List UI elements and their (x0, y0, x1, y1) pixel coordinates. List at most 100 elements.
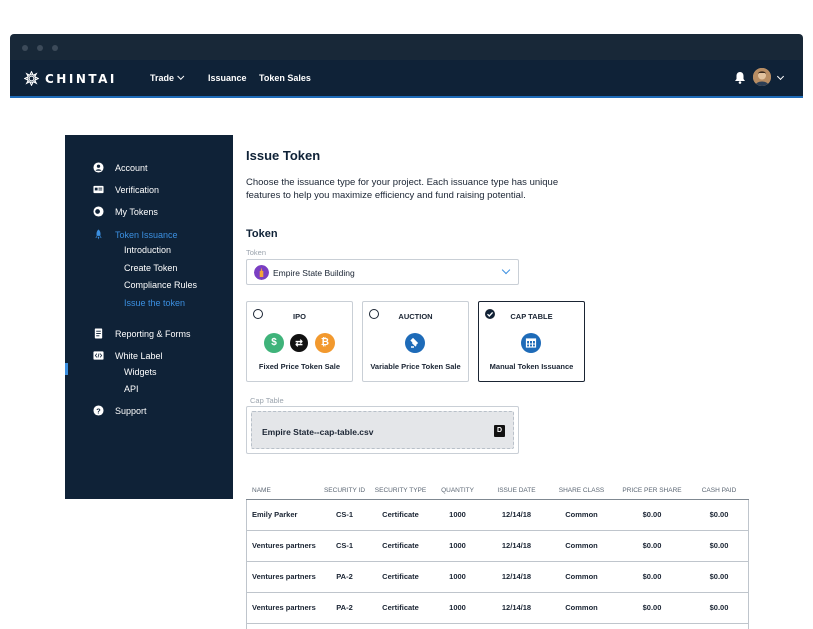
window-minimize-dot[interactable] (37, 45, 43, 51)
file-icon[interactable]: D (494, 425, 505, 437)
chevron-down-icon (177, 72, 185, 80)
tokens-icon (93, 206, 104, 217)
auction-card-subtitle: Variable Price Token Sale (370, 362, 461, 371)
cell-issue-date: 12/14/18 (485, 499, 548, 531)
cell-name: Ventures partners (246, 530, 318, 562)
cell-price-per-share: $0.00 (615, 561, 689, 593)
nav-trade-label: Trade (150, 73, 175, 83)
sidebar-item-verification[interactable]: Verification (93, 184, 159, 195)
table-row[interactable]: Ventures partners CS-1 Certificate 1000 … (246, 530, 749, 562)
sidebar-subitem-introduction[interactable]: Introduction (124, 245, 171, 255)
dollar-coin-icon: $ (264, 333, 284, 353)
token-select-value: Empire State Building (273, 268, 355, 278)
ipo-card-title: IPO (293, 312, 306, 321)
sidebar-subitem-create-token[interactable]: Create Token (124, 263, 177, 273)
sidebar-item-label: Reporting & Forms (115, 328, 191, 339)
sidebar-item-reporting-forms[interactable]: Reporting & Forms (93, 328, 191, 339)
cell-security-id: CS-1 (318, 499, 371, 531)
sidebar-item-label: Account (115, 162, 148, 173)
col-cash-paid[interactable]: CASH PAID (689, 482, 749, 500)
token-section-heading: Token (246, 228, 278, 240)
sidebar-subitem-issue-the-token[interactable]: Issue the token (124, 298, 185, 308)
table-header-row: NAME SECURITY ID SECURITY TYPE QUANTITY … (246, 482, 749, 500)
window-maximize-dot[interactable] (52, 45, 58, 51)
cell-share-class: Common (548, 530, 615, 562)
col-quantity[interactable]: QUANTITY (430, 482, 485, 500)
issuance-card-ipo[interactable]: IPO $ ⇄ ₿ Fixed Price Token Sale (246, 301, 353, 382)
cell-cash-paid: $0.00 (689, 592, 749, 624)
issuance-card-auction[interactable]: AUCTION Variable Price Token Sale (362, 301, 469, 382)
cell-cash-paid: $0.00 (689, 499, 749, 531)
gavel-glyph (410, 337, 419, 348)
cell-issue-date: 12/14/18 (485, 561, 548, 593)
cell-issue-date: 12/14/18 (485, 530, 548, 562)
nav-trade[interactable]: Trade (150, 72, 185, 83)
cap-table-card-title: CAP TABLE (510, 312, 553, 321)
sidebar-subitem-api[interactable]: API (124, 384, 139, 394)
avatar[interactable] (753, 68, 771, 86)
chevron-down-icon[interactable] (776, 72, 785, 81)
table-row[interactable]: Ventures partners PA-2 Certificate 1000 … (246, 592, 749, 624)
user-circle-icon (93, 162, 104, 173)
cap-table-card-subtitle: Manual Token Issuance (489, 362, 574, 371)
help-icon: ? (93, 405, 104, 416)
document-icon (94, 328, 103, 339)
cell-quantity: 1000 (430, 592, 485, 624)
cell-cash-paid: $0.00 (689, 561, 749, 593)
sidebar-item-my-tokens[interactable]: My Tokens (93, 206, 158, 217)
auction-card-title: AUCTION (398, 312, 433, 321)
sidebar-item-token-issuance[interactable]: Token Issuance (93, 229, 178, 240)
sidebar-item-label: Support (115, 405, 147, 416)
top-navbar: CHINTAI Trade Issuance Token Sales (10, 60, 803, 98)
sidebar-item-support[interactable]: ? Support (93, 405, 147, 416)
sidebar-active-marker (65, 363, 68, 375)
cell-security-id: PA-2 (318, 561, 371, 593)
svg-text:?: ? (96, 406, 101, 415)
cap-table-upload[interactable]: Empire State--cap-table.csv D (246, 406, 519, 454)
chevron-down-icon (501, 265, 511, 275)
code-icon (93, 351, 104, 360)
cell-quantity: 1000 (430, 499, 485, 531)
sidebar-item-account[interactable]: Account (93, 162, 148, 173)
token-field-label: Token (246, 248, 267, 257)
col-security-id[interactable]: SECURITY ID (318, 482, 371, 500)
cell-cash-paid: $0.00 (689, 530, 749, 562)
sidebar-item-white-label[interactable]: White Label (93, 350, 163, 361)
col-price-per-share[interactable]: PRICE PER SHARE (615, 482, 689, 500)
nav-issuance[interactable]: Issuance (208, 73, 247, 83)
cell-name: Ventures partners (246, 592, 318, 624)
col-name[interactable]: NAME (246, 482, 318, 500)
sidebar-item-label: My Tokens (115, 206, 158, 217)
bell-icon[interactable] (734, 71, 746, 84)
cell-price-per-share: $0.00 (615, 530, 689, 562)
brand-logo[interactable]: CHINTAI (24, 71, 117, 86)
sidebar-subitem-compliance-rules[interactable]: Compliance Rules (124, 280, 197, 290)
cell-name: Ventures partners (246, 561, 318, 593)
token-select[interactable]: Empire State Building (246, 259, 519, 285)
issuance-card-cap-table[interactable]: CAP TABLE Manual Token Issuance (478, 301, 585, 382)
cell-name: Emily Parker (246, 499, 318, 531)
col-security-type[interactable]: SECURITY TYPE (371, 482, 430, 500)
cell-price-per-share: $0.00 (615, 499, 689, 531)
cap-table-label: Cap Table (250, 396, 284, 405)
page-description: Choose the issuance type for your projec… (246, 177, 559, 201)
cell-issue-date: 12/14/18 (485, 592, 548, 624)
col-share-class[interactable]: SHARE CLASS (548, 482, 615, 500)
cell-share-class: Common (548, 561, 615, 593)
cell-share-class: Common (548, 499, 615, 531)
cell-security-type: Certificate (371, 561, 430, 593)
sidebar-item-label: White Label (115, 350, 163, 361)
table-row[interactable]: Ventures partners PA-2 Certificate 1000 … (246, 561, 749, 593)
window-titlebar (10, 34, 803, 60)
bitcoin-icon: ₿ (315, 333, 335, 353)
cap-table-dropzone[interactable]: Empire State--cap-table.csv D (251, 411, 514, 449)
nav-token-sales[interactable]: Token Sales (259, 73, 311, 83)
table-row[interactable]: Emily Parker CS-1 Certificate 1000 12/14… (246, 499, 749, 531)
page-title: Issue Token (246, 148, 321, 163)
col-issue-date[interactable]: ISSUE DATE (485, 482, 548, 500)
exchange-icon: ⇄ (290, 334, 308, 352)
cell-security-id: PA-2 (318, 592, 371, 624)
sidebar-subitem-widgets[interactable]: Widgets (124, 367, 157, 377)
sidebar-item-label: Verification (115, 184, 160, 195)
window-close-dot[interactable] (22, 45, 28, 51)
